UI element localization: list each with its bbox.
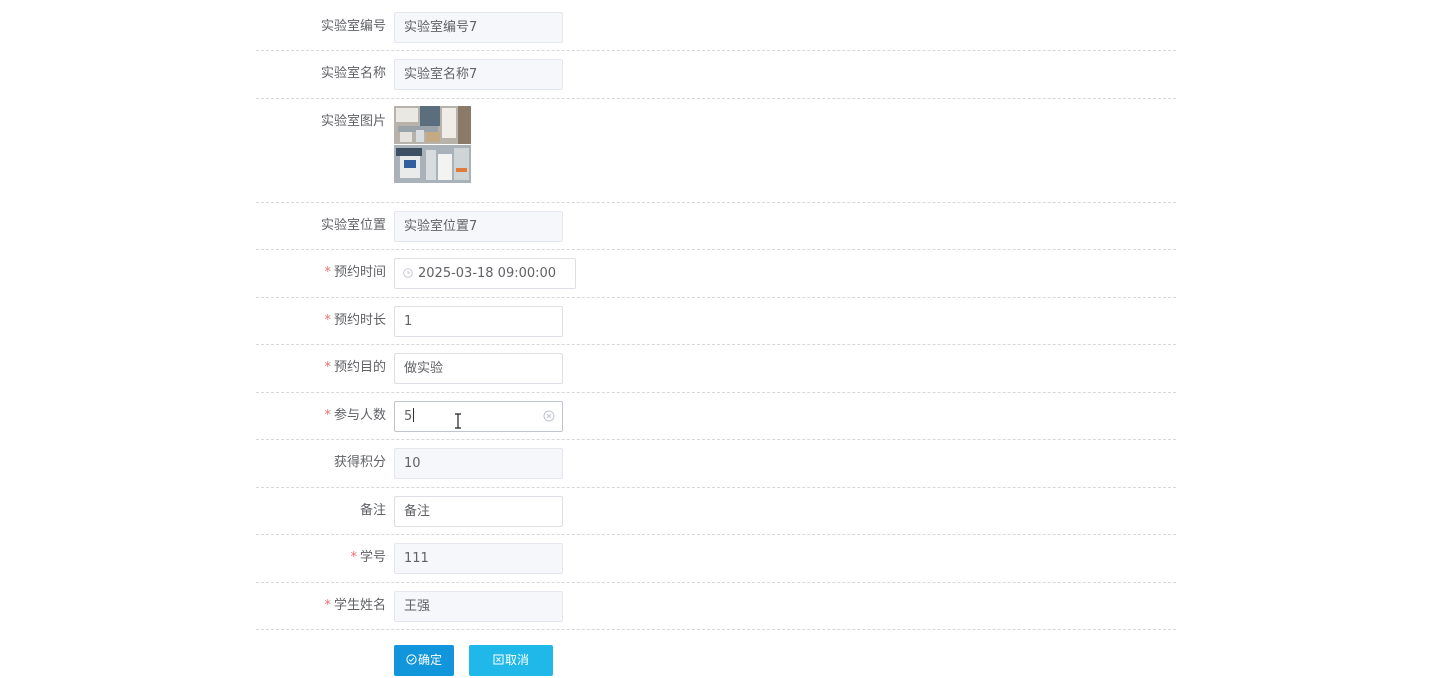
student-id-label: * 学号 (350, 550, 386, 565)
reserve-duration-label: * 预约时长 (324, 312, 386, 328)
required-mark: * (324, 407, 331, 423)
form-row-lab-code: 实验室编号 实验室编号7 (256, 0, 1176, 51)
text-caret (413, 408, 415, 422)
form-row-remark: 备注 备注 (256, 488, 1176, 535)
form-row-reserve-duration: * 预约时长 1 (256, 298, 1176, 345)
required-mark: * (324, 597, 331, 613)
form-row-lab-location: 实验室位置 实验室位置7 (256, 203, 1176, 250)
required-mark: * (324, 265, 331, 280)
clear-icon[interactable] (543, 410, 555, 422)
participants-input[interactable]: 5 (394, 400, 563, 432)
cancel-button[interactable]: 取消 (469, 645, 553, 676)
cancel-button-label: 取消 (504, 653, 529, 667)
form-row-points: 获得积分 10 (256, 440, 1176, 488)
lab-code-label: 实验室编号 (320, 19, 386, 34)
form-row-student-id: * 学号 111 (256, 535, 1176, 583)
confirm-button[interactable]: 确定 (394, 645, 454, 676)
check-circle-icon (406, 654, 417, 665)
lab-photo-icon (394, 106, 471, 183)
student-id-input[interactable]: 111 (394, 543, 563, 574)
text-cursor-icon (455, 413, 461, 429)
lab-name-label: 实验室名称 (320, 66, 386, 81)
lab-reservation-form: 实验室编号 实验室编号7 实验室名称 实验室名称7 实验室图片 实验室位置 实验… (256, 0, 1176, 676)
lab-image-thumbnail[interactable] (394, 106, 471, 183)
lab-name-input[interactable]: 实验室名称7 (394, 59, 563, 90)
form-row-reserve-purpose: * 预约目的 做实验 (256, 345, 1176, 393)
lab-code-input[interactable]: 实验室编号7 (394, 12, 563, 43)
required-mark: * (350, 550, 357, 565)
form-row-lab-name: 实验室名称 实验室名称7 (256, 51, 1176, 99)
reserve-purpose-input[interactable]: 做实验 (394, 353, 563, 384)
clock-icon (403, 268, 413, 278)
lab-location-label: 实验室位置 (320, 217, 386, 233)
remark-input[interactable]: 备注 (394, 495, 563, 527)
points-input[interactable]: 10 (394, 448, 563, 479)
remark-label: 备注 (359, 502, 386, 518)
student-name-label: * 学生姓名 (324, 597, 386, 613)
close-square-icon (493, 654, 504, 665)
points-label: 获得积分 (333, 455, 386, 470)
reserve-purpose-label: * 预约目的 (324, 360, 386, 375)
lab-location-input[interactable]: 实验室位置7 (394, 210, 563, 242)
lab-image-label: 实验室图片 (320, 113, 386, 129)
required-mark: * (324, 360, 331, 375)
reserve-duration-input[interactable]: 1 (394, 305, 563, 337)
student-name-input[interactable]: 王强 (394, 590, 563, 622)
reserve-time-label: * 预约时间 (324, 265, 386, 280)
required-mark: * (324, 312, 331, 328)
reserve-time-picker[interactable]: 2025-03-18 09:00:00 (394, 258, 576, 289)
participants-label: * 参与人数 (324, 407, 386, 423)
form-row-student-name: * 学生姓名 王强 (256, 583, 1176, 630)
form-row-participants: * 参与人数 5 (256, 393, 1176, 440)
confirm-button-label: 确定 (417, 653, 442, 667)
form-row-reserve-time: * 预约时间 2025-03-18 09:00:00 (256, 250, 1176, 298)
